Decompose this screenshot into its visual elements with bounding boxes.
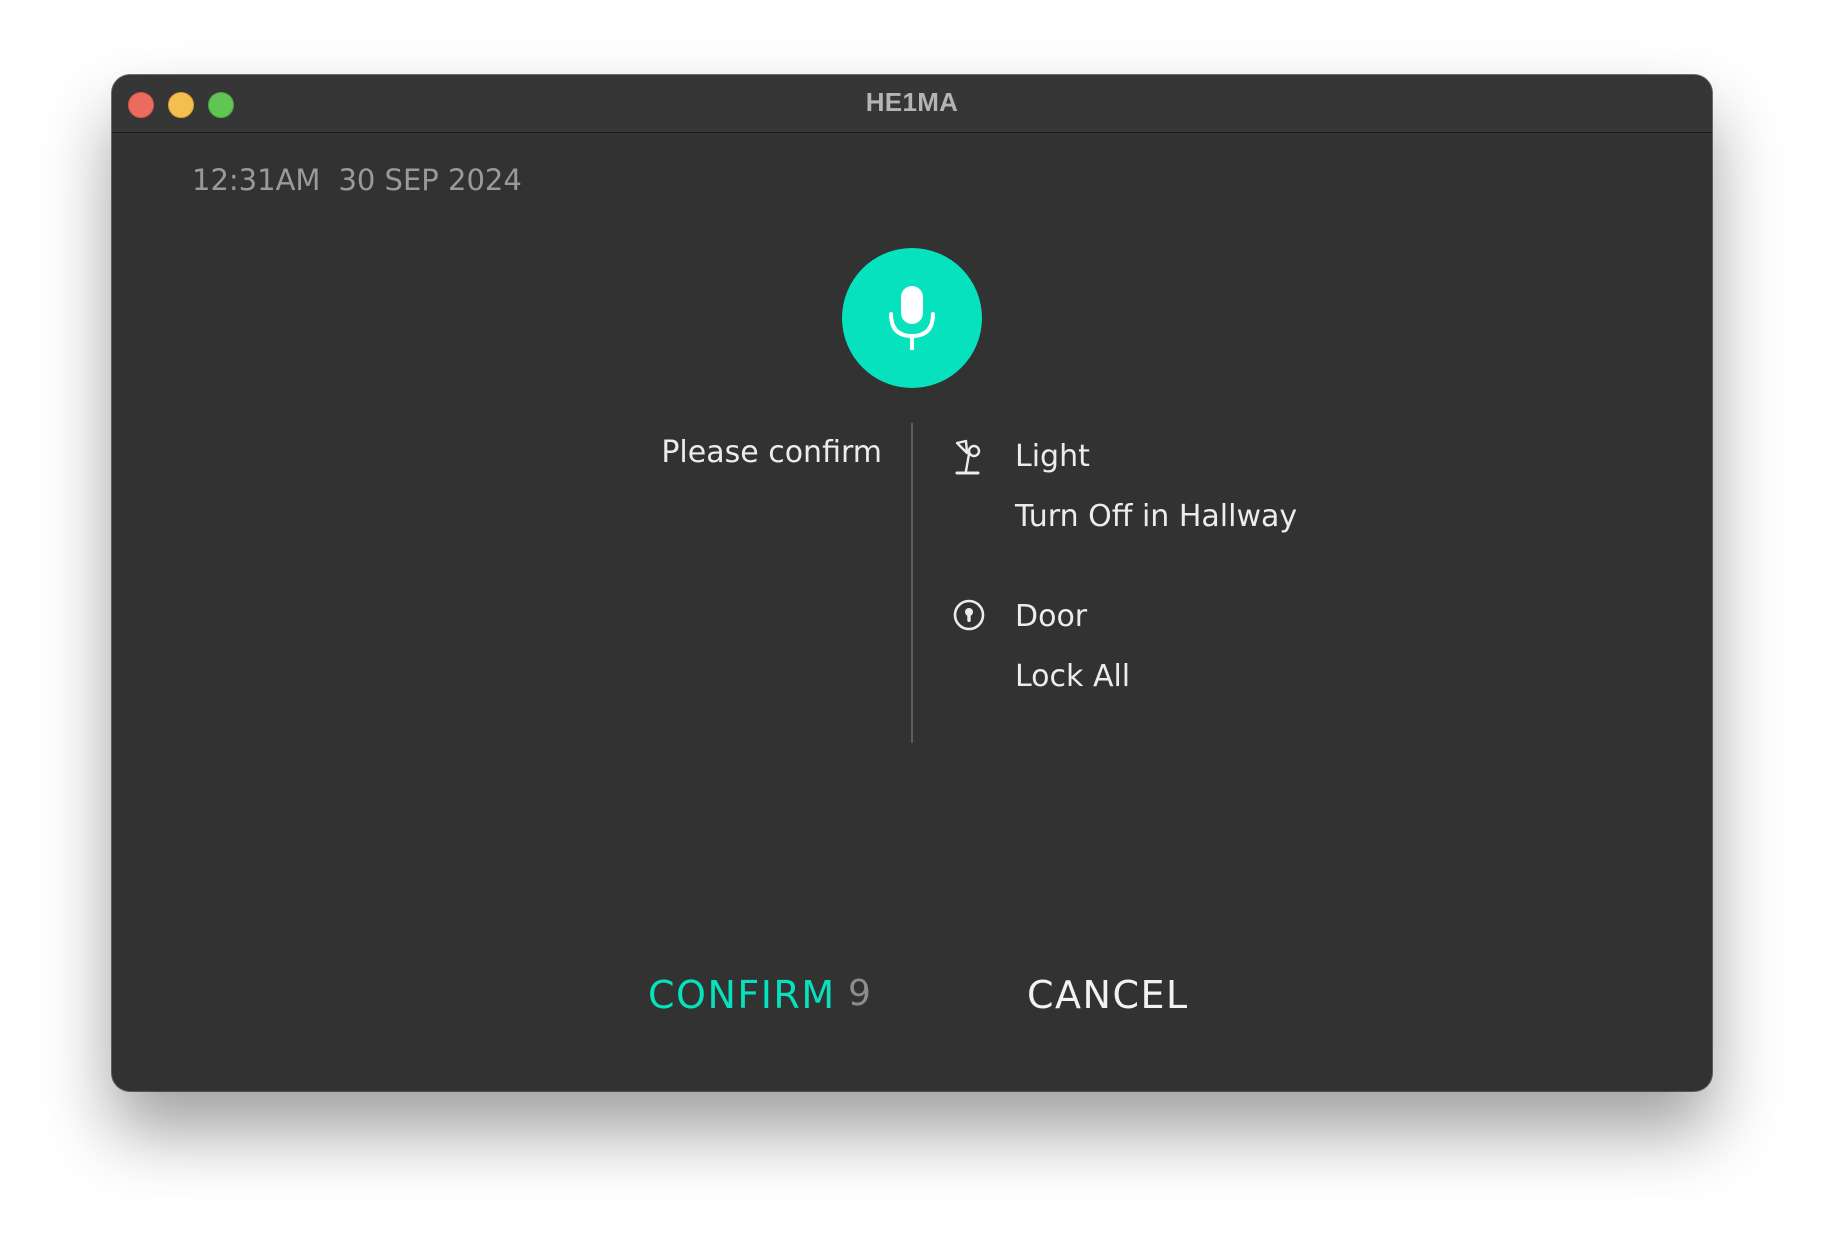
command-light-action: Turn Off in Hallway bbox=[1015, 499, 1298, 534]
microphone-button[interactable] bbox=[842, 248, 982, 388]
command-light-title: Light bbox=[1015, 439, 1090, 474]
confirm-button[interactable]: CONFIRM bbox=[648, 973, 836, 1017]
command-door-action: Lock All bbox=[1015, 659, 1131, 694]
confirm-prompt: Please confirm bbox=[661, 435, 882, 470]
confirm-countdown: 9 bbox=[848, 973, 871, 1014]
status-datetime: 12:31AM 30 SEP 2024 bbox=[192, 163, 522, 197]
microphone-icon bbox=[889, 286, 935, 350]
desk-lamp-icon bbox=[952, 438, 986, 476]
app-window: HE1MA 12:31AM 30 SEP 2024 Please confirm … bbox=[112, 75, 1712, 1091]
status-time: 12:31AM bbox=[192, 163, 321, 197]
door-lock-icon bbox=[952, 598, 986, 636]
cancel-button[interactable]: CANCEL bbox=[1027, 973, 1189, 1017]
status-date: 30 SEP 2024 bbox=[338, 163, 522, 197]
title-bar[interactable]: HE1MA bbox=[112, 75, 1712, 133]
window-title: HE1MA bbox=[865, 87, 959, 117]
command-door-title: Door bbox=[1015, 599, 1088, 634]
vertical-divider bbox=[911, 423, 913, 743]
